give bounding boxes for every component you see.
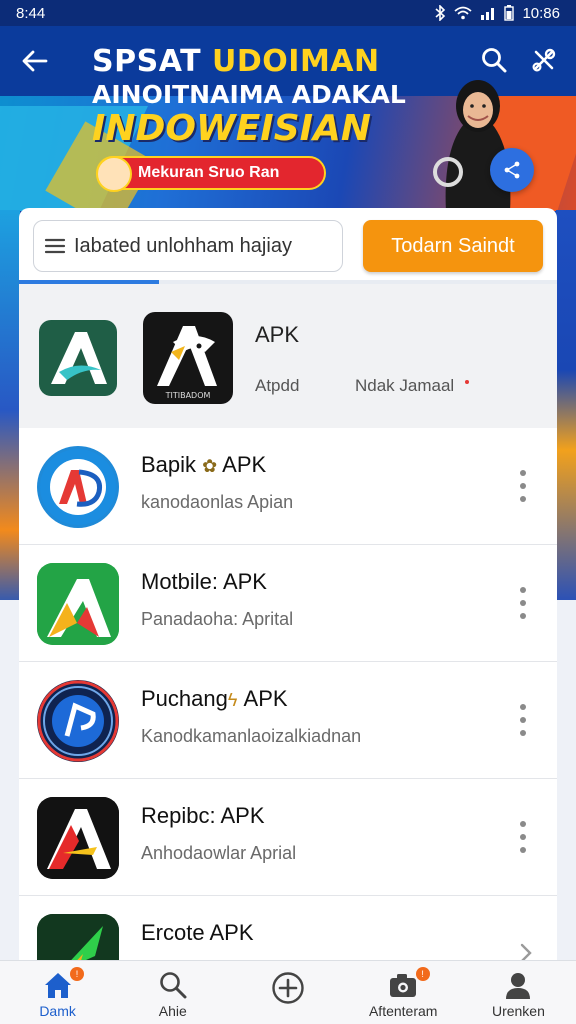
list-item[interactable]: Repibc: APK Anhodaowlar Aprial: [19, 779, 557, 896]
app-name: Bapik ✿ APK: [141, 452, 267, 477]
menu-icon[interactable]: [44, 237, 66, 255]
header-settings-button[interactable]: [528, 44, 560, 76]
nav-profile[interactable]: Urenken: [461, 961, 576, 1024]
banner-cta-pill[interactable]: Mekuran Sruo Ran: [96, 156, 326, 192]
ad-logo-icon: [40, 449, 116, 525]
arrow-left-icon: [22, 50, 48, 72]
app-description: Anhodaowlar Aprial: [141, 843, 297, 863]
app-name: Motbile: APK: [141, 569, 267, 594]
nav-attention[interactable]: ! Aftenteram: [346, 961, 461, 1024]
bird-logo-icon: TITIBADOM: [157, 326, 217, 400]
colorful-a-logo-icon: [37, 563, 119, 645]
app-list-card: Iabated unlohham hajiay Todarn Saindt TI…: [19, 208, 557, 968]
side-decoration-right: [556, 210, 576, 610]
red-a-logo-icon: [37, 797, 119, 879]
status-bar: 8:44 10:86: [0, 0, 576, 26]
app-name: Puchangϟ APK: [141, 686, 288, 711]
nav-home-label: Damk: [39, 1003, 76, 1019]
signal-icon: [481, 8, 495, 20]
search-field[interactable]: Iabated unlohham hajiay: [33, 220, 343, 272]
app-icon-repibc: [37, 797, 119, 879]
nav-home[interactable]: ! Damk: [0, 961, 115, 1024]
banner-subheadline: AINOITNAIMA ADAKAL: [92, 80, 406, 109]
search-placeholder: Iabated unlohham hajiay: [74, 234, 292, 257]
home-icon: [44, 973, 71, 998]
camera-icon: [390, 974, 417, 997]
wifi-icon: [454, 6, 473, 20]
more-options-icon[interactable]: [511, 466, 535, 506]
bottom-navigation: ! Damk Ahie ! Aftenteram Urenken: [0, 960, 576, 1024]
more-options-icon[interactable]: [511, 817, 535, 857]
featured-app-sub1: Atpdd: [255, 376, 300, 395]
status-time: 8:44: [16, 4, 46, 22]
nav-search-label: Ahie: [158, 1003, 187, 1019]
share-fab[interactable]: [490, 148, 534, 192]
featured-app-row[interactable]: TITIBADOM APK Atpdd Ndak Jamaal: [19, 284, 557, 428]
featured-app-icon-a[interactable]: [39, 320, 117, 396]
bird-logo-caption: TITIBADOM: [165, 391, 211, 400]
nav-add[interactable]: [230, 961, 345, 1024]
app-description: Kanodkamanlaoizalkiadnan: [141, 726, 362, 746]
battery-time: 10:86: [522, 4, 560, 22]
list-item[interactable]: Bapik ✿ APK kanodaonlas Apian: [19, 428, 557, 545]
app-icon-bapik: [37, 446, 119, 528]
search-submit-button[interactable]: Todarn Saindt: [363, 220, 543, 272]
banner-headline-white: SPSAT: [92, 44, 202, 79]
app-icon-puchang: [37, 680, 119, 762]
app-description: kanodaonlas Apian: [141, 492, 294, 512]
search-icon: [159, 972, 187, 999]
list-item[interactable]: Puchangϟ APK Kanodkamanlaoizalkiadnan: [19, 662, 557, 779]
notification-badge: !: [415, 967, 430, 981]
list-item[interactable]: Ercote APK: [19, 896, 557, 968]
list-item[interactable]: Motbile: APK Panadaoha: Aprital: [19, 545, 557, 662]
back-button[interactable]: [18, 44, 52, 78]
featured-app-icon-bird[interactable]: TITIBADOM: [143, 312, 233, 404]
app-icon-motbile: [37, 563, 119, 645]
app-name: Ercote APK: [141, 920, 254, 945]
battery-icon: [504, 5, 515, 21]
person-icon: [506, 973, 531, 999]
status-icons: 10:86: [434, 5, 560, 22]
banner-headline: SPSAT UDOIMAN: [92, 44, 380, 79]
featured-app-title: APK: [255, 322, 300, 347]
nav-profile-label: Urenken: [491, 1003, 545, 1019]
search-icon: [482, 48, 507, 73]
notification-dot: [465, 380, 469, 384]
avatar: [96, 156, 132, 192]
notification-badge: !: [70, 967, 84, 981]
app-name: Repibc: APK: [141, 803, 265, 828]
nav-search[interactable]: Ahie: [115, 961, 230, 1024]
bluetooth-icon: [435, 5, 446, 21]
share-icon: [504, 161, 520, 179]
more-options-icon[interactable]: [511, 583, 535, 623]
nav-attention-label: Aftenteram: [368, 1003, 438, 1019]
banner-country-title: INDOWEISIAN: [92, 108, 372, 149]
side-decoration-left: [0, 210, 20, 610]
add-circle-icon: [272, 972, 304, 1004]
tools-icon: [532, 48, 556, 72]
app-description: Panadaoha: Aprital: [141, 609, 294, 629]
badge-logo-icon: [37, 680, 119, 762]
banner-pill-label: Mekuran Sruo Ran: [138, 164, 280, 181]
banner-headline-yellow: UDOIMAN: [212, 44, 380, 79]
letter-a-logo-icon: [51, 332, 107, 384]
more-options-icon[interactable]: [511, 700, 535, 740]
featured-app-sub2: Ndak Jamaal: [355, 376, 455, 395]
